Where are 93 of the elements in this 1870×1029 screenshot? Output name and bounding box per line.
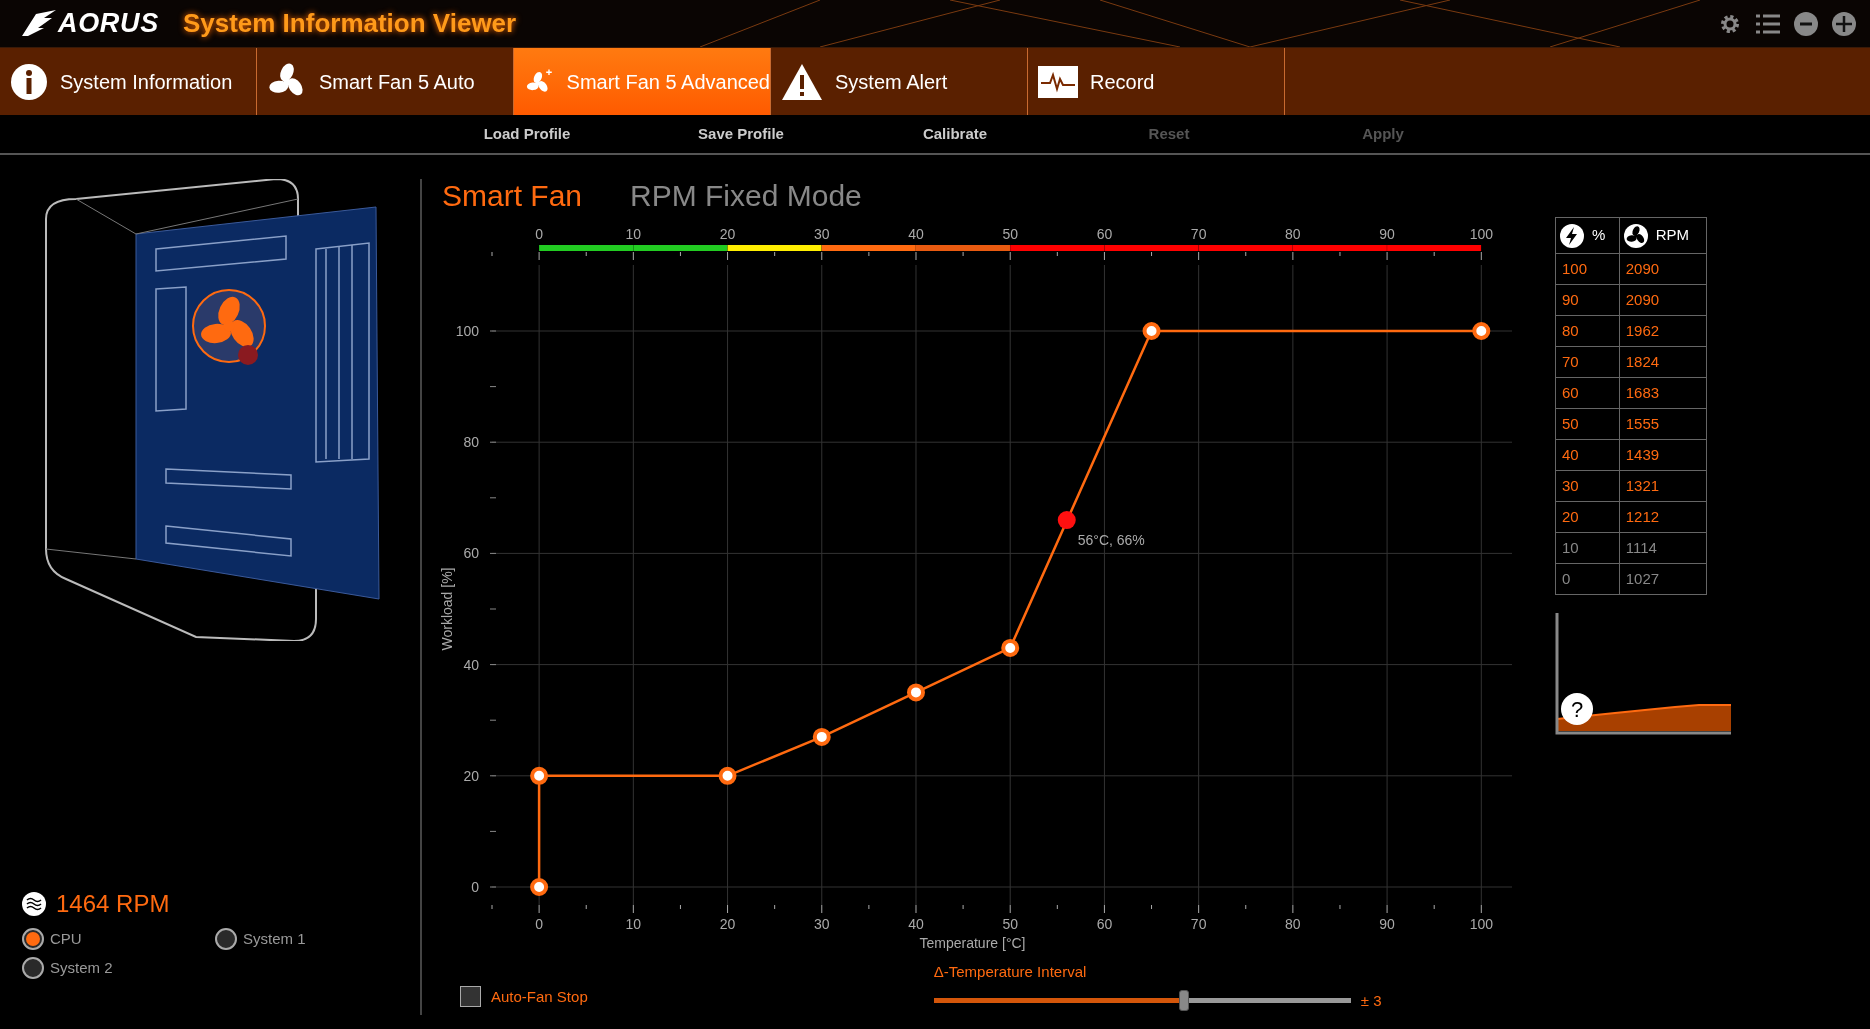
table-cell: 90 (1555, 284, 1620, 316)
y-axis-title: Workload [%] (439, 567, 455, 651)
scale-label: 50 (1002, 226, 1018, 242)
info-icon (10, 62, 48, 101)
scale-label: 80 (1285, 226, 1301, 242)
table-cell: 1824 (1619, 346, 1707, 378)
curve-point-handle[interactable] (718, 766, 737, 785)
x-tick-label: 70 (1190, 916, 1207, 932)
radio-button[interactable] (22, 928, 44, 951)
x-tick-label: 90 (1379, 916, 1395, 932)
current-point-marker (1057, 511, 1076, 530)
y-tick-label: 60 (463, 545, 479, 562)
x-tick-label: 30 (814, 916, 830, 932)
table-cell: 10 (1555, 532, 1620, 564)
scale-label: 10 (625, 226, 642, 242)
fan-source-radio[interactable]: System 2 (22, 956, 215, 979)
curve-point-handle[interactable] (1001, 638, 1020, 657)
lightning-icon (1560, 223, 1584, 248)
x-tick-label: 10 (625, 916, 642, 932)
waveform-icon (1038, 65, 1078, 98)
toolbar-button[interactable]: Load Profile (420, 122, 634, 146)
scale-label: 70 (1190, 226, 1207, 242)
table-cell: 1027 (1619, 563, 1707, 595)
table-cell: 1555 (1619, 408, 1707, 440)
table-cell: 2090 (1619, 253, 1707, 285)
toolbar-button[interactable]: Save Profile (634, 122, 848, 146)
table-cell: 1114 (1619, 532, 1707, 564)
column-header-text: % (1592, 225, 1606, 246)
curve-point-handle[interactable] (907, 683, 925, 702)
column-header-text: RPM (1655, 225, 1690, 246)
scale-label: 90 (1379, 226, 1395, 242)
auto-fan-stop-checkbox[interactable]: Auto-Fan Stop (460, 985, 588, 1008)
scale-label: 30 (814, 226, 830, 242)
rpm-reading: 1464 RPM (56, 889, 170, 919)
x-tick-label: 100 (1469, 916, 1493, 932)
mode-tab[interactable]: Smart Fan (442, 173, 583, 211)
mode-tab[interactable]: RPM Fixed Mode (630, 173, 862, 211)
table-cell: 30 (1555, 470, 1620, 502)
y-tick-label: 40 (463, 656, 479, 673)
list-icon[interactable] (1756, 12, 1780, 35)
y-tick-label: 20 (463, 767, 479, 784)
x-tick-label: 50 (1002, 916, 1018, 932)
table-cell: 1321 (1619, 470, 1707, 502)
scale-label: 0 (535, 226, 543, 242)
table-cell: 20 (1555, 501, 1620, 533)
curve-point-handle[interactable] (530, 878, 549, 896)
x-axis-title: Temperature [°C] (919, 935, 1026, 951)
table-cell: 1439 (1619, 439, 1707, 471)
curve-point-handle[interactable] (530, 766, 549, 785)
curve-point-handle[interactable] (1472, 322, 1491, 340)
table-cell: 70 (1555, 346, 1620, 378)
help-button[interactable]: ? (1561, 693, 1593, 725)
table-cell: 0 (1555, 563, 1620, 595)
y-tick-label: 80 (463, 434, 479, 451)
curve-point-handle[interactable] (1142, 322, 1161, 340)
airflow-icon (22, 892, 46, 916)
curve-point-handle[interactable] (812, 727, 831, 746)
scale-label: 60 (1096, 226, 1113, 242)
checkbox[interactable] (460, 986, 481, 1008)
warning-icon (781, 62, 823, 101)
x-tick-label: 80 (1285, 916, 1301, 932)
fan-source-radio[interactable]: CPU (22, 928, 215, 951)
table-cell: 50 (1555, 408, 1620, 440)
scale-label: 40 (908, 226, 924, 242)
window-title: System Information Viewer (182, 7, 517, 40)
table-cell: 1212 (1619, 501, 1707, 533)
y-tick-label: 0 (471, 879, 479, 895)
logo-text: AORUS (58, 7, 159, 41)
table-cell: 60 (1555, 377, 1620, 409)
table-cell: 2090 (1619, 284, 1707, 316)
x-tick-label: 0 (535, 916, 543, 932)
y-tick-label: 100 (455, 323, 479, 339)
x-tick-label: 60 (1096, 916, 1113, 932)
table-cell: 100 (1555, 253, 1620, 285)
slider-thumb[interactable] (1178, 990, 1189, 1012)
minimize-icon[interactable] (1794, 11, 1818, 36)
radio-button[interactable] (22, 956, 44, 979)
x-tick-label: 20 (719, 916, 736, 932)
scale-label: 20 (719, 226, 736, 242)
table-cell: 1962 (1619, 315, 1707, 347)
fan-source-radio[interactable]: System 1 (215, 928, 408, 951)
slider-reading: ± 3 (1360, 990, 1382, 1011)
x-tick-label: 40 (908, 916, 924, 932)
eagle-logo-icon (22, 9, 56, 38)
table-cell: 1683 (1619, 377, 1707, 409)
slider-label: Δ-Temperature Interval (933, 962, 1088, 982)
radio-button[interactable] (215, 928, 237, 951)
table-cell: 80 (1555, 315, 1620, 347)
scale-label: 100 (1469, 226, 1493, 242)
fan-icon (1623, 223, 1648, 248)
table-cell: 40 (1555, 439, 1620, 471)
current-point-label: 56°C, 66% (1077, 532, 1145, 549)
toolbar-button[interactable]: Calibrate (848, 122, 1062, 146)
